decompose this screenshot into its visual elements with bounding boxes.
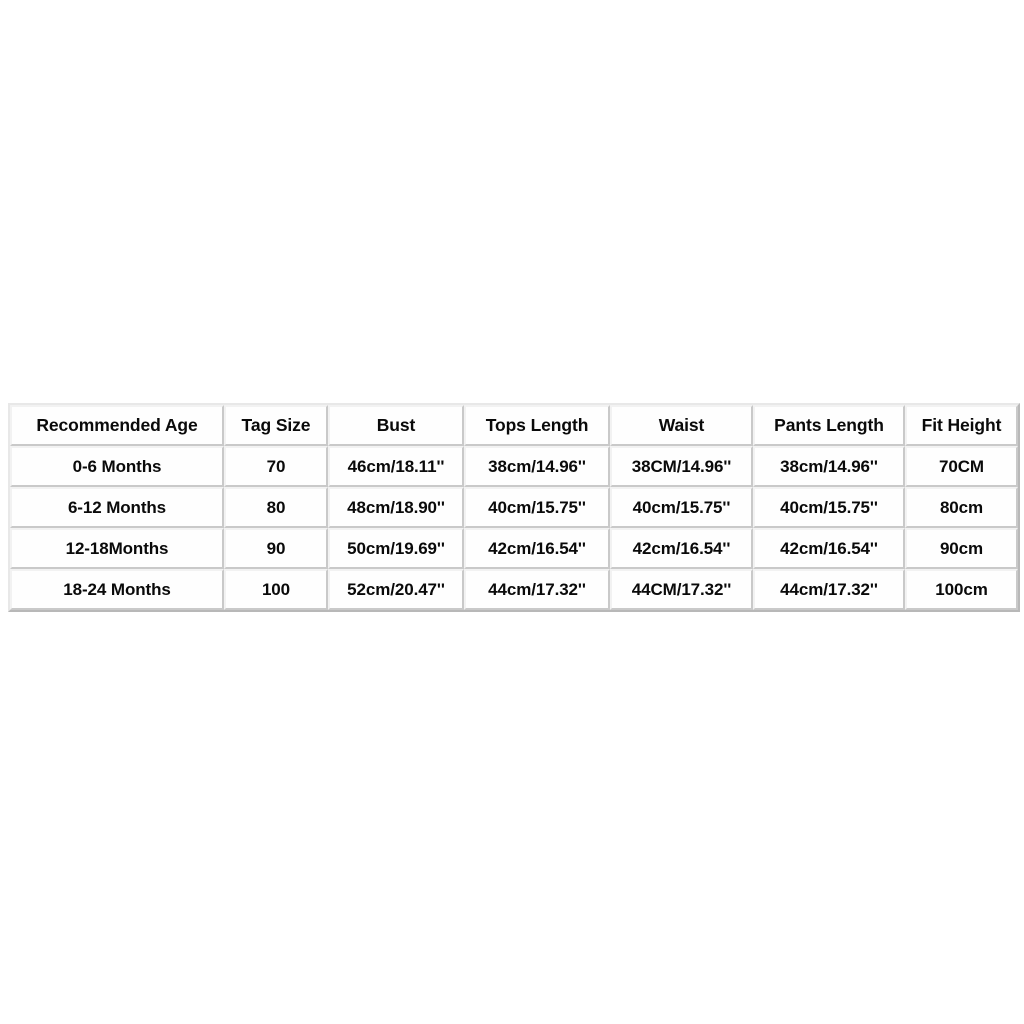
cell-fit-height: 80cm (905, 487, 1018, 528)
cell-tops-length: 42cm/16.54'' (464, 528, 610, 569)
column-header-waist: Waist (610, 405, 753, 446)
cell-waist: 38CM/14.96'' (610, 446, 753, 487)
cell-tag-size: 90 (224, 528, 328, 569)
cell-tops-length: 40cm/15.75'' (464, 487, 610, 528)
size-chart-table: Recommended Age Tag Size Bust Tops Lengt… (8, 403, 1020, 612)
cell-waist: 40cm/15.75'' (610, 487, 753, 528)
cell-tag-size: 80 (224, 487, 328, 528)
cell-pants-length: 44cm/17.32'' (753, 569, 905, 610)
cell-pants-length: 42cm/16.54'' (753, 528, 905, 569)
size-chart-container: Recommended Age Tag Size Bust Tops Lengt… (8, 403, 1020, 612)
cell-tag-size: 100 (224, 569, 328, 610)
cell-bust: 48cm/18.90'' (328, 487, 464, 528)
column-header-pants-length: Pants Length (753, 405, 905, 446)
cell-waist: 42cm/16.54'' (610, 528, 753, 569)
cell-bust: 46cm/18.11'' (328, 446, 464, 487)
table-row: 18-24 Months 100 52cm/20.47'' 44cm/17.32… (10, 569, 1018, 610)
cell-recommended-age: 0-6 Months (10, 446, 224, 487)
cell-tops-length: 44cm/17.32'' (464, 569, 610, 610)
cell-fit-height: 90cm (905, 528, 1018, 569)
cell-waist: 44CM/17.32'' (610, 569, 753, 610)
column-header-bust: Bust (328, 405, 464, 446)
cell-pants-length: 40cm/15.75'' (753, 487, 905, 528)
cell-recommended-age: 18-24 Months (10, 569, 224, 610)
column-header-recommended-age: Recommended Age (10, 405, 224, 446)
table-row: 0-6 Months 70 46cm/18.11'' 38cm/14.96'' … (10, 446, 1018, 487)
column-header-tag-size: Tag Size (224, 405, 328, 446)
cell-bust: 50cm/19.69'' (328, 528, 464, 569)
cell-recommended-age: 6-12 Months (10, 487, 224, 528)
column-header-fit-height: Fit Height (905, 405, 1018, 446)
cell-tops-length: 38cm/14.96'' (464, 446, 610, 487)
cell-bust: 52cm/20.47'' (328, 569, 464, 610)
table-row: 12-18Months 90 50cm/19.69'' 42cm/16.54''… (10, 528, 1018, 569)
cell-fit-height: 70CM (905, 446, 1018, 487)
cell-pants-length: 38cm/14.96'' (753, 446, 905, 487)
cell-tag-size: 70 (224, 446, 328, 487)
column-header-tops-length: Tops Length (464, 405, 610, 446)
cell-fit-height: 100cm (905, 569, 1018, 610)
table-row: 6-12 Months 80 48cm/18.90'' 40cm/15.75''… (10, 487, 1018, 528)
cell-recommended-age: 12-18Months (10, 528, 224, 569)
table-header-row: Recommended Age Tag Size Bust Tops Lengt… (10, 405, 1018, 446)
